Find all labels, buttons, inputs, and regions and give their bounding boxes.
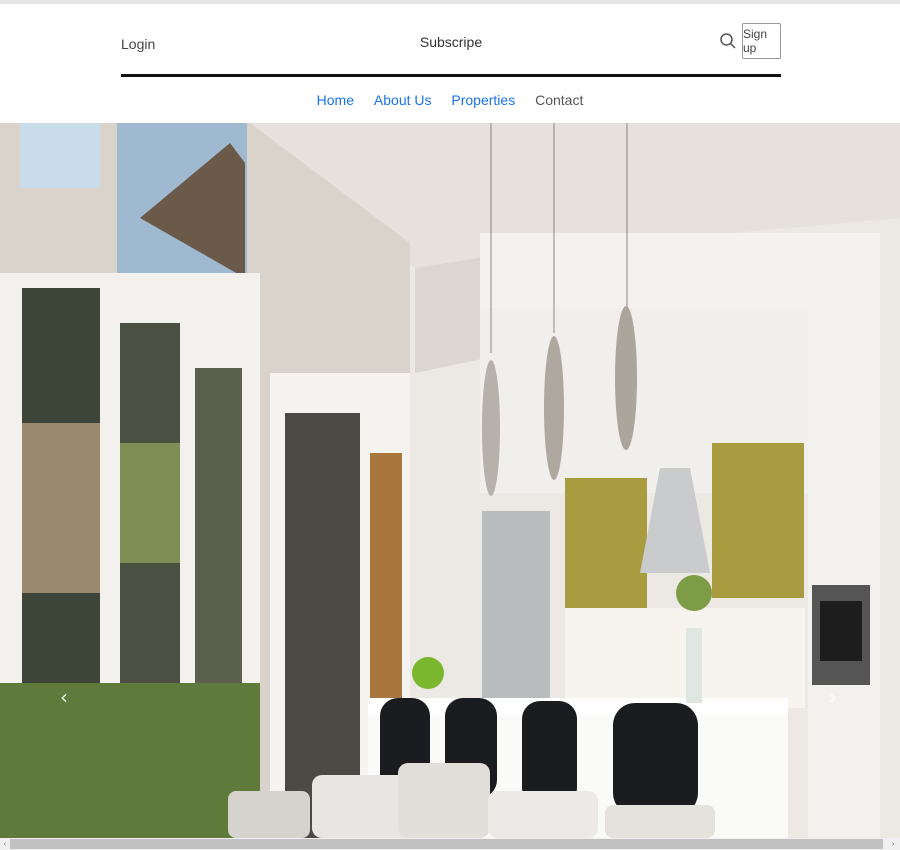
subscribe-link[interactable]: Subscripe xyxy=(121,34,781,50)
nav-contact[interactable]: Contact xyxy=(535,92,583,108)
search-icon[interactable] xyxy=(719,32,737,50)
nav-about-us[interactable]: About Us xyxy=(374,92,432,108)
scroll-right-button[interactable]: › xyxy=(888,838,898,850)
horizontal-scrollbar[interactable]: ‹ › xyxy=(0,838,900,850)
hero-image xyxy=(0,123,900,838)
chevron-left-icon[interactable]: ‹ xyxy=(60,685,74,709)
nav-home[interactable]: Home xyxy=(317,92,354,108)
window-top-border xyxy=(0,0,900,4)
chevron-right-icon[interactable]: › xyxy=(829,685,843,709)
header-divider xyxy=(121,74,781,77)
scrollbar-thumb[interactable] xyxy=(10,839,883,849)
hero-carousel xyxy=(0,123,900,838)
scroll-left-button[interactable]: ‹ xyxy=(0,838,10,850)
nav-properties[interactable]: Properties xyxy=(451,92,515,108)
sign-up-button[interactable]: Sign up xyxy=(742,23,781,59)
site-header: Login Subscripe Sign up xyxy=(121,22,781,76)
main-nav: Home About Us Properties Contact xyxy=(0,92,900,108)
